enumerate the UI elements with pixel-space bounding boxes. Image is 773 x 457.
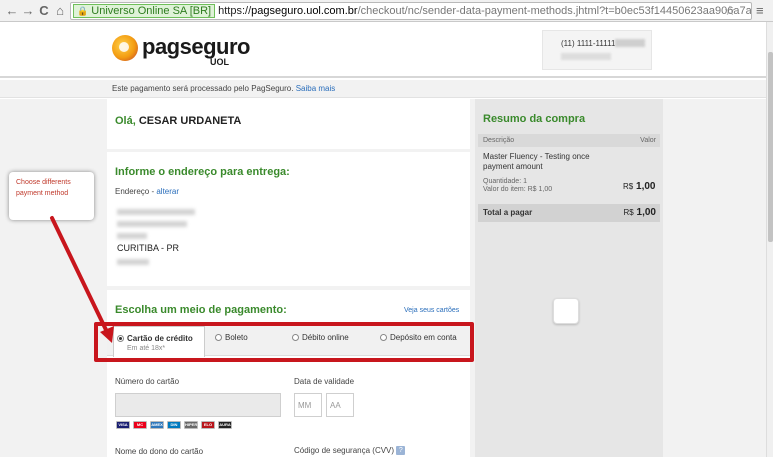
total-price: R$ 1,00 — [624, 204, 656, 222]
greeting-hello: Olá, — [115, 115, 136, 127]
redacted-text — [615, 39, 645, 47]
item-name: Master Fluency - Testing once payment am… — [483, 152, 590, 171]
edit-address-link[interactable]: alterar — [156, 187, 179, 196]
greeting-panel: Olá, CESAR URDANETA — [107, 99, 470, 149]
card-number-label: Número do cartão — [115, 377, 180, 386]
address-panel: Informe o endereço para entrega: Endereç… — [107, 152, 470, 286]
view-cards-link[interactable]: Veja seus cartões — [404, 307, 459, 314]
expiry-year-input[interactable]: AA — [326, 393, 354, 417]
checkout-main: Olá, CESAR URDANETA Informe o endereço p… — [107, 99, 470, 457]
reload-button[interactable]: C — [36, 3, 52, 19]
logo-mark-icon — [112, 35, 138, 61]
hipercard-icon: HIPER — [184, 421, 198, 429]
phone-number: (11) 1111-11111 — [561, 39, 616, 48]
url-text: https://pagseguro.uol.com.br/checkout/nc… — [218, 5, 752, 18]
col-description: Descrição — [483, 137, 515, 144]
price-value: 1,00 — [636, 207, 656, 218]
pagseguro-logo[interactable]: pagseguro UOL — [112, 32, 252, 68]
learn-more-link[interactable]: Saiba mais — [296, 84, 336, 93]
redacted-text — [117, 221, 187, 227]
address-label-text: Endereço — [115, 187, 150, 196]
redacted-text — [117, 209, 195, 215]
logo-word: pagseguro — [142, 34, 250, 59]
redacted-text — [117, 233, 147, 239]
forward-button[interactable]: → — [20, 3, 36, 19]
annotation-callout: Choose differents payment method — [9, 172, 94, 220]
url-path: /checkout/nc/sender-data-payment-methods… — [357, 5, 752, 18]
address-city: CURITIBA - PR — [117, 243, 180, 253]
page-scrollbar[interactable] — [766, 22, 773, 457]
summary-title: Resumo da compra — [483, 113, 586, 125]
menu-icon[interactable]: ≡ — [756, 3, 764, 18]
mastercard-icon: MC — [133, 421, 147, 429]
greeting: Olá, CESAR URDANETA — [115, 115, 241, 127]
diners-icon: DIN — [167, 421, 181, 429]
redacted-text — [117, 259, 149, 265]
annotation-highlight-box — [94, 322, 474, 362]
info-strip: Este pagamento será processado pelo PagS… — [0, 80, 766, 98]
customer-name: CESAR URDANETA — [138, 115, 242, 127]
ssl-label: Universo Online SA [BR] — [91, 5, 212, 18]
cvv-label: Código de segurança (CVV) ? — [294, 446, 406, 456]
expiry-month-input[interactable]: MM — [294, 393, 322, 417]
total-row: Total a pagar R$ 1,00 — [478, 204, 660, 222]
url-host: pagseguro.uol.com.br — [251, 5, 358, 18]
item-quantity: Quantidade: 1 — [483, 178, 527, 185]
card-holder-label: Nome do dono do cartão — [115, 447, 204, 456]
card-number-input[interactable] — [115, 393, 281, 417]
url-scheme: https:// — [218, 5, 252, 18]
back-button[interactable]: ← — [4, 3, 20, 19]
lock-icon: 🔒 — [77, 6, 89, 17]
logo-sub: UOL — [210, 57, 229, 67]
order-summary: Resumo da compra Descrição Valor Master … — [475, 99, 663, 457]
currency: R$ — [623, 182, 634, 191]
cvv-help-icon[interactable]: ? — [396, 446, 406, 456]
payment-panel: Escolha um meio de pagamento: Veja seus … — [107, 290, 470, 457]
amex-icon: AMEX — [150, 421, 164, 429]
item-unit-value: Valor do item: R$ 1,00 — [483, 186, 553, 193]
col-value: Valor — [640, 137, 656, 144]
account-box: (11) 1111-11111 — [542, 30, 652, 70]
total-label: Total a pagar — [483, 208, 533, 217]
summary-header: Descrição Valor — [478, 134, 660, 147]
scroll-thumb[interactable] — [768, 52, 773, 242]
bookmark-star-icon[interactable]: ☆ — [724, 3, 736, 19]
redacted-text — [561, 53, 611, 60]
floating-widget-button[interactable] — [553, 298, 579, 324]
cvv-label-text: Código de segurança (CVV) — [294, 446, 395, 455]
browser-toolbar: ← → C ⌂ 🔒 Universo Online SA [BR] https:/… — [0, 0, 773, 22]
address-title: Informe o endereço para entrega: — [115, 166, 290, 178]
elo-icon: ELO — [201, 421, 215, 429]
payment-title: Escolha um meio de pagamento: — [115, 304, 287, 316]
price-value: 1,00 — [636, 181, 656, 192]
aura-icon: AURA — [218, 421, 232, 429]
item-price: R$ 1,00 — [623, 181, 655, 192]
expiry-label: Data de validade — [294, 377, 355, 386]
currency: R$ — [623, 208, 634, 217]
ssl-badge[interactable]: 🔒 Universo Online SA [BR] — [73, 4, 216, 19]
address-label: Endereço - alterar — [115, 187, 179, 196]
address-bar[interactable]: 🔒 Universo Online SA [BR] https://pagsegu… — [70, 2, 752, 20]
home-button[interactable]: ⌂ — [52, 3, 68, 19]
item-details: Quantidade: 1 Valor do item: R$ 1,00 — [483, 178, 552, 194]
visa-icon: VISA — [116, 421, 130, 429]
info-text: Este pagamento será processado pelo PagS… — [112, 84, 294, 93]
site-header: pagseguro UOL (11) 1111-11111 — [0, 22, 766, 78]
